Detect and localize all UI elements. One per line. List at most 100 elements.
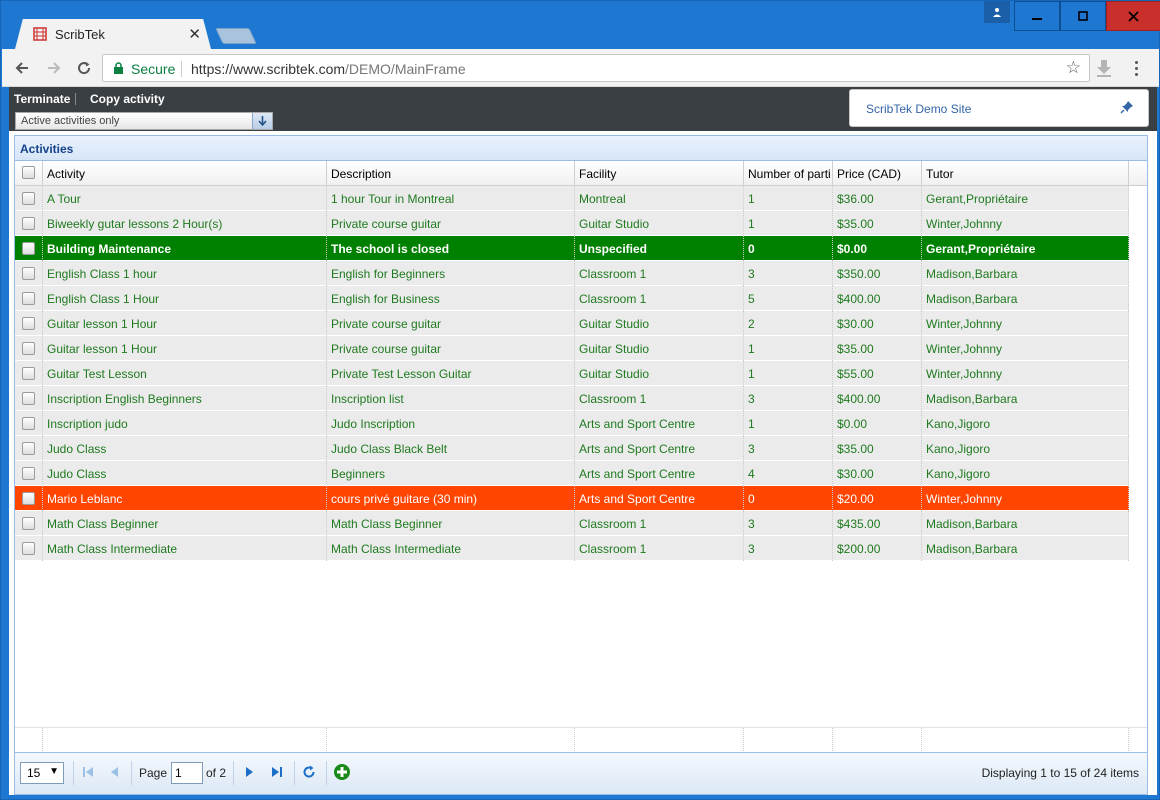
row-select-cell[interactable] (15, 461, 43, 486)
row-select-cell[interactable] (15, 286, 43, 311)
table-row[interactable]: Math Class Intermediate Math Class Interm… (15, 536, 1129, 561)
activity-filter-select[interactable]: Active activities only (15, 112, 273, 130)
cell-tutor: Kano,Jigoro (922, 461, 1129, 486)
download-extension-icon[interactable] (1094, 58, 1114, 78)
maximize-button[interactable] (1060, 1, 1106, 31)
row-checkbox[interactable] (22, 467, 35, 480)
table-row[interactable]: Guitar lesson 1 Hour Private course guita… (15, 311, 1129, 336)
row-select-cell[interactable] (15, 311, 43, 336)
column-header-description[interactable]: Description (327, 161, 575, 186)
previous-page-icon[interactable] (108, 765, 122, 779)
table-row[interactable]: Guitar lesson 1 Hour Private course guita… (15, 336, 1129, 361)
footer-divider (43, 728, 327, 753)
forward-arrow-icon[interactable] (44, 58, 64, 78)
table-row[interactable]: A Tour 1 hour Tour in Montreal Montreal 1 $3… (15, 186, 1129, 211)
row-checkbox[interactable] (22, 417, 35, 430)
row-select-cell[interactable] (15, 511, 43, 536)
cell-number: 3 (744, 536, 833, 561)
new-tab-button[interactable] (215, 28, 257, 44)
table-row[interactable]: Guitar Test Lesson Private Test Lesson Gu… (15, 361, 1129, 386)
column-header-price[interactable]: Price (CAD) (833, 161, 922, 186)
table-row[interactable]: Judo Class Beginners Arts and Sport Centre… (15, 461, 1129, 486)
tab-close-icon[interactable]: ✕ (188, 25, 201, 43)
row-checkbox[interactable] (22, 542, 35, 555)
cell-activity: Biweekly gutar lessons 2 Hour(s) (43, 211, 327, 236)
row-checkbox[interactable] (22, 217, 35, 230)
row-checkbox[interactable] (22, 392, 35, 405)
select-all-checkbox[interactable] (22, 166, 35, 179)
page-number-input[interactable]: 1 (171, 762, 203, 784)
minimize-button[interactable] (1014, 1, 1060, 31)
row-select-cell[interactable] (15, 211, 43, 236)
browser-menu-icon[interactable] (1126, 58, 1146, 78)
cell-tutor: Kano,Jigoro (922, 436, 1129, 461)
filter-dropdown-arrow-icon[interactable] (252, 113, 272, 129)
column-header-facility[interactable]: Facility (575, 161, 744, 186)
row-select-cell[interactable] (15, 261, 43, 286)
cell-activity: Inscription English Beginners (43, 386, 327, 411)
cell-description: Private course guitar (327, 211, 575, 236)
column-header-activity[interactable]: Activity (43, 161, 327, 186)
cell-description: The school is closed (327, 236, 575, 261)
row-select-cell[interactable] (15, 186, 43, 211)
cell-price: $30.00 (833, 311, 922, 336)
first-page-icon[interactable] (81, 765, 95, 779)
cell-activity: Judo Class (43, 436, 327, 461)
row-checkbox[interactable] (22, 367, 35, 380)
refresh-icon[interactable] (302, 765, 316, 779)
row-checkbox[interactable] (22, 192, 35, 205)
table-row[interactable]: Inscription English Beginners Inscription… (15, 386, 1129, 411)
cell-tutor: Kano,Jigoro (922, 411, 1129, 436)
footer-divider (744, 728, 833, 753)
page-size-select[interactable]: 15 ▼ (20, 762, 64, 784)
bookmark-star-icon[interactable]: ☆ (1066, 58, 1081, 78)
row-select-cell[interactable] (15, 236, 43, 261)
table-row[interactable]: Math Class Beginner Math Class Beginner Cl… (15, 511, 1129, 536)
cell-tutor: Madison,Barbara (922, 286, 1129, 311)
table-row[interactable]: Building Maintenance The school is closed… (15, 236, 1129, 261)
row-checkbox[interactable] (22, 317, 35, 330)
row-checkbox[interactable] (22, 442, 35, 455)
table-row[interactable]: English Class 1 hour English for Beginner… (15, 261, 1129, 286)
row-select-cell[interactable] (15, 361, 43, 386)
reload-icon[interactable] (74, 58, 94, 78)
row-select-cell[interactable] (15, 486, 43, 511)
row-select-cell[interactable] (15, 436, 43, 461)
pin-icon[interactable] (1120, 100, 1134, 114)
table-row[interactable]: English Class 1 Hour English for Business… (15, 286, 1129, 311)
cell-price: $20.00 (833, 486, 922, 511)
site-title: ScribTek Demo Site (866, 102, 972, 116)
address-bar[interactable]: Secure https://www.scribtek.com/DEMO/Mai… (102, 54, 1090, 82)
secure-label: Secure (131, 61, 176, 77)
table-row[interactable]: Biweekly gutar lessons 2 Hour(s) Private … (15, 211, 1129, 236)
cell-activity: English Class 1 Hour (43, 286, 327, 311)
row-checkbox[interactable] (22, 267, 35, 280)
browser-tab[interactable]: ScribTek ✕ (15, 19, 211, 49)
column-header-number[interactable]: Number of parti (744, 161, 833, 186)
table-row[interactable]: Judo Class Judo Class Black Belt Arts and … (15, 436, 1129, 461)
row-select-cell[interactable] (15, 536, 43, 561)
row-select-cell[interactable] (15, 336, 43, 361)
row-select-cell[interactable] (15, 411, 43, 436)
terminate-button[interactable]: Terminate (14, 92, 70, 106)
row-checkbox[interactable] (22, 492, 35, 505)
cell-number: 1 (744, 411, 833, 436)
header-select-all[interactable] (15, 161, 43, 186)
last-page-icon[interactable] (270, 765, 284, 779)
row-checkbox[interactable] (22, 292, 35, 305)
row-checkbox[interactable] (22, 517, 35, 530)
filter-selected-value: Active activities only (21, 115, 120, 127)
row-select-cell[interactable] (15, 386, 43, 411)
copy-activity-button[interactable]: Copy activity (90, 92, 165, 106)
row-checkbox[interactable] (22, 242, 35, 255)
back-arrow-icon[interactable] (12, 58, 32, 78)
table-row[interactable]: Mario Leblanc cours privé guitare (30 min… (15, 486, 1129, 511)
column-header-tutor[interactable]: Tutor (922, 161, 1129, 186)
row-checkbox[interactable] (22, 342, 35, 355)
user-profile-icon[interactable] (984, 1, 1010, 23)
next-page-icon[interactable] (242, 765, 256, 779)
table-row[interactable]: Inscription judo Judo Inscription Arts and… (15, 411, 1129, 436)
close-window-button[interactable] (1106, 1, 1160, 31)
cell-activity: Math Class Beginner (43, 511, 327, 536)
add-activity-icon[interactable] (333, 763, 351, 781)
